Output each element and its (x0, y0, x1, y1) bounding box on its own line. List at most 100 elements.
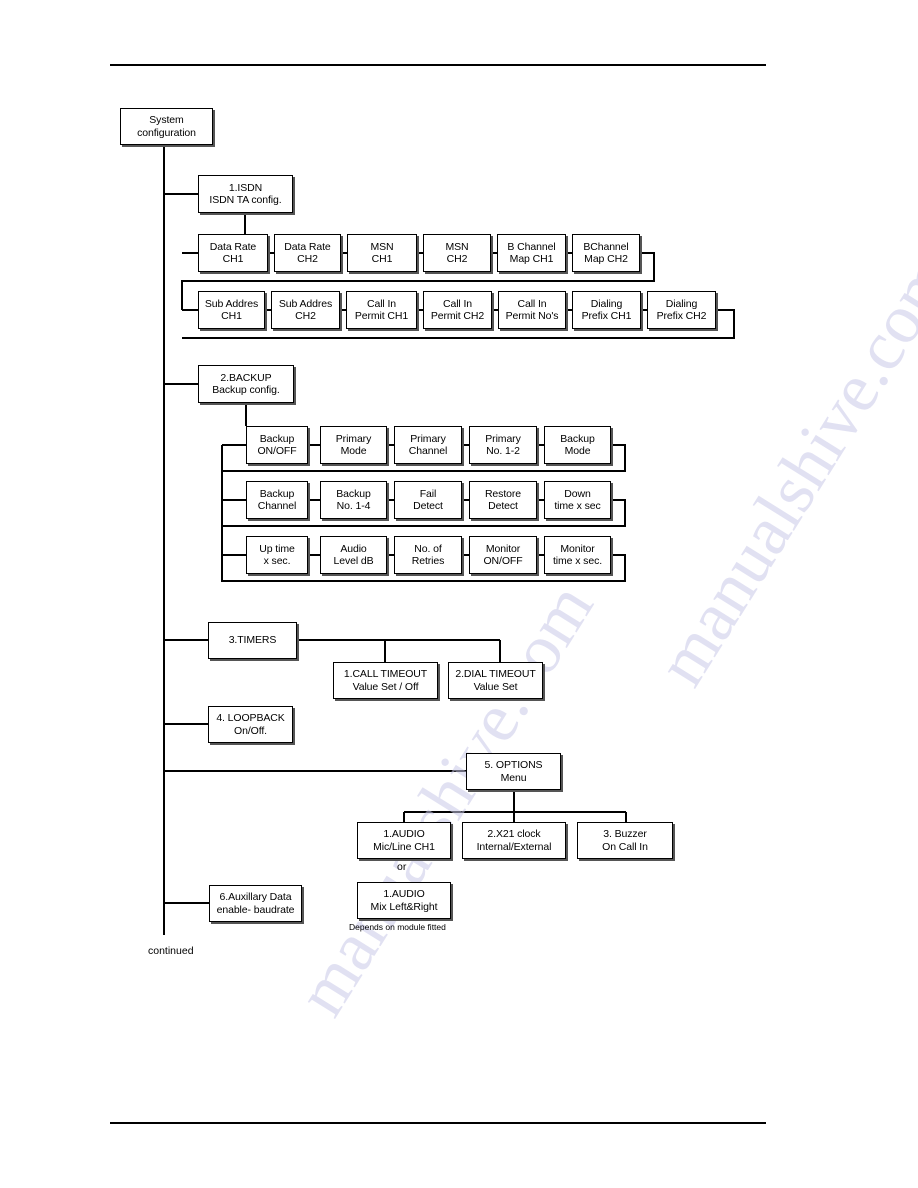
node-root-system-configuration[interactable]: System configuration (120, 108, 213, 145)
node-isdn-dialing-prefix-ch2[interactable]: Dialing Prefix CH2 (647, 291, 716, 329)
node-isdn-data-rate-ch1[interactable]: Data Rate CH1 (198, 234, 268, 272)
node-line-2: Mic/Line CH1 (373, 840, 435, 853)
node-line-1: BChannel (583, 240, 629, 253)
node-options-audio-mic-line[interactable]: 1.AUDIO Mic/Line CH1 (357, 822, 451, 859)
node-isdn-msn-ch2[interactable]: MSN CH2 (423, 234, 491, 272)
node-line-2: ISDN TA config. (209, 194, 282, 206)
node-line-2: Detect (413, 500, 443, 512)
node-line-1: 2.DIAL TIMEOUT (455, 668, 536, 680)
node-backup-on-off[interactable]: Backup ON/OFF (246, 426, 308, 464)
node-isdn-b-channel-map-ch1[interactable]: B Channel Map CH1 (497, 234, 566, 272)
node-line-1: Fail (419, 487, 437, 500)
node-backup-monitor-time[interactable]: Monitor time x sec. (544, 536, 611, 574)
node-backup-no-1-4[interactable]: Backup No. 1-4 (320, 481, 387, 519)
node-backup-fail-detect[interactable]: Fail Detect (394, 481, 462, 519)
node-line-1: Sub Addres (278, 297, 333, 310)
node-backup-down-time[interactable]: Down time x sec (544, 481, 611, 519)
node-backup-restore-detect[interactable]: Restore Detect (469, 481, 537, 519)
node-backup-mode[interactable]: Backup Mode (544, 426, 611, 464)
node-backup-primary-no-1-2[interactable]: Primary No. 1-2 (469, 426, 537, 464)
node-line-1: Backup (259, 487, 295, 500)
node-line-2: No. 1-2 (486, 445, 520, 457)
node-loopback-header[interactable]: 4. LOOPBACK On/Off. (208, 706, 293, 743)
node-line-2: Value Set / Off (352, 680, 419, 693)
options-alternate-note: Depends on module fitted (349, 922, 446, 932)
node-isdn-sub-addres-ch1[interactable]: Sub Addres CH1 (198, 291, 265, 329)
node-line-1: Call In (366, 297, 397, 310)
node-line-1: System (149, 114, 184, 126)
node-isdn-call-in-permit-ch2[interactable]: Call In Permit CH2 (423, 291, 492, 329)
node-options-x21-clock[interactable]: 2.X21 clock Internal/External (462, 822, 566, 859)
node-line-1: 1.ISDN (228, 181, 263, 194)
node-options-header[interactable]: 5. OPTIONS Menu (466, 753, 561, 790)
node-line-1: Dialing (665, 297, 698, 310)
node-timers-dial-timeout[interactable]: 2.DIAL TIMEOUT Value Set (448, 662, 543, 699)
node-isdn-header[interactable]: 1.ISDN ISDN TA config. (198, 175, 293, 213)
node-timers-call-timeout[interactable]: 1.CALL TIMEOUT Value Set / Off (333, 662, 438, 699)
node-backup-no-of-retries[interactable]: No. of Retries (394, 536, 462, 574)
node-line-1: MSN (370, 240, 394, 253)
node-line-1: Primary (485, 432, 521, 445)
node-line-2: Permit CH2 (430, 310, 485, 322)
node-backup-monitor-on-off[interactable]: Monitor ON/OFF (469, 536, 537, 574)
node-isdn-data-rate-ch2[interactable]: Data Rate CH2 (274, 234, 341, 272)
node-backup-primary-channel[interactable]: Primary Channel (394, 426, 462, 464)
node-line-2: x sec. (263, 555, 291, 567)
node-line-1: 1.AUDIO (383, 828, 425, 840)
node-line-2: Prefix CH2 (656, 310, 707, 322)
node-line-2: Mix Left&Right (370, 900, 438, 913)
node-isdn-b-channel-map-ch2[interactable]: BChannel Map CH2 (572, 234, 640, 272)
node-isdn-call-in-permit-nos[interactable]: Call In Permit No's (498, 291, 566, 329)
node-line-2: CH2 (295, 310, 316, 322)
node-line-1: Monitor (485, 542, 521, 555)
node-isdn-call-in-permit-ch1[interactable]: Call In Permit CH1 (346, 291, 417, 329)
node-line-1: 3.TIMERS (228, 634, 277, 647)
node-backup-audio-level[interactable]: Audio Level dB (320, 536, 387, 574)
node-line-1: Audio (340, 542, 367, 555)
node-line-2: time x sec (554, 500, 601, 512)
node-line-1: Primary (410, 432, 446, 445)
node-line-2: Menu (500, 771, 527, 784)
system-configuration-tree: System configuration 1.ISDN ISDN TA conf… (0, 0, 918, 1188)
node-backup-channel[interactable]: Backup Channel (246, 481, 308, 519)
connector-wires (163, 145, 735, 935)
node-line-1: 3. Buzzer (603, 828, 647, 840)
node-isdn-sub-addres-ch2[interactable]: Sub Addres CH2 (271, 291, 340, 329)
node-line-1: No. of (414, 542, 442, 555)
node-line-1: Down (564, 487, 591, 500)
node-line-2: Prefix CH1 (581, 310, 632, 322)
node-line-2: CH1 (371, 253, 393, 265)
node-line-2: configuration (137, 126, 196, 139)
node-line-1: Call In (517, 297, 547, 310)
node-backup-primary-mode[interactable]: Primary Mode (320, 426, 387, 464)
node-line-2: Detect (488, 500, 518, 512)
node-options-buzzer[interactable]: 3. Buzzer On Call In (577, 822, 673, 859)
node-line-2: No. 1-4 (336, 500, 371, 512)
node-timers-header[interactable]: 3.TIMERS (208, 622, 297, 659)
node-backup-up-time[interactable]: Up time x sec. (246, 536, 308, 574)
continued-label: continued (148, 945, 194, 957)
node-line-1: Sub Addres (204, 297, 259, 310)
options-alternate-separator: or (397, 861, 407, 873)
node-line-2: CH2 (297, 253, 318, 265)
node-line-1: Restore (484, 487, 522, 500)
node-line-1: Data Rate (284, 240, 331, 253)
node-line-2: Channel (257, 500, 297, 512)
node-line-2: Level dB (333, 555, 374, 567)
node-line-2: Backup config. (212, 384, 280, 396)
node-line-2: Map CH1 (509, 253, 554, 265)
node-line-2: ON/OFF (483, 555, 523, 567)
node-isdn-msn-ch1[interactable]: MSN CH1 (347, 234, 417, 272)
document-page: manualshive.com manualshive.com System c… (0, 0, 918, 1188)
node-line-1: Up time (259, 542, 295, 555)
node-isdn-dialing-prefix-ch1[interactable]: Dialing Prefix CH1 (572, 291, 641, 329)
node-line-1: 2.BACKUP (220, 371, 272, 384)
node-line-2: Internal/External (476, 840, 552, 853)
node-auxiliary-data[interactable]: 6.Auxillary Data enable- baudrate (209, 885, 302, 922)
node-options-audio-mix[interactable]: 1.AUDIO Mix Left&Right (357, 882, 451, 919)
node-backup-header[interactable]: 2.BACKUP Backup config. (198, 365, 294, 403)
node-line-2: CH2 (446, 253, 468, 265)
node-line-1: Dialing (590, 297, 623, 310)
node-line-2: Mode (340, 445, 367, 457)
node-line-1: Monitor (560, 542, 595, 555)
